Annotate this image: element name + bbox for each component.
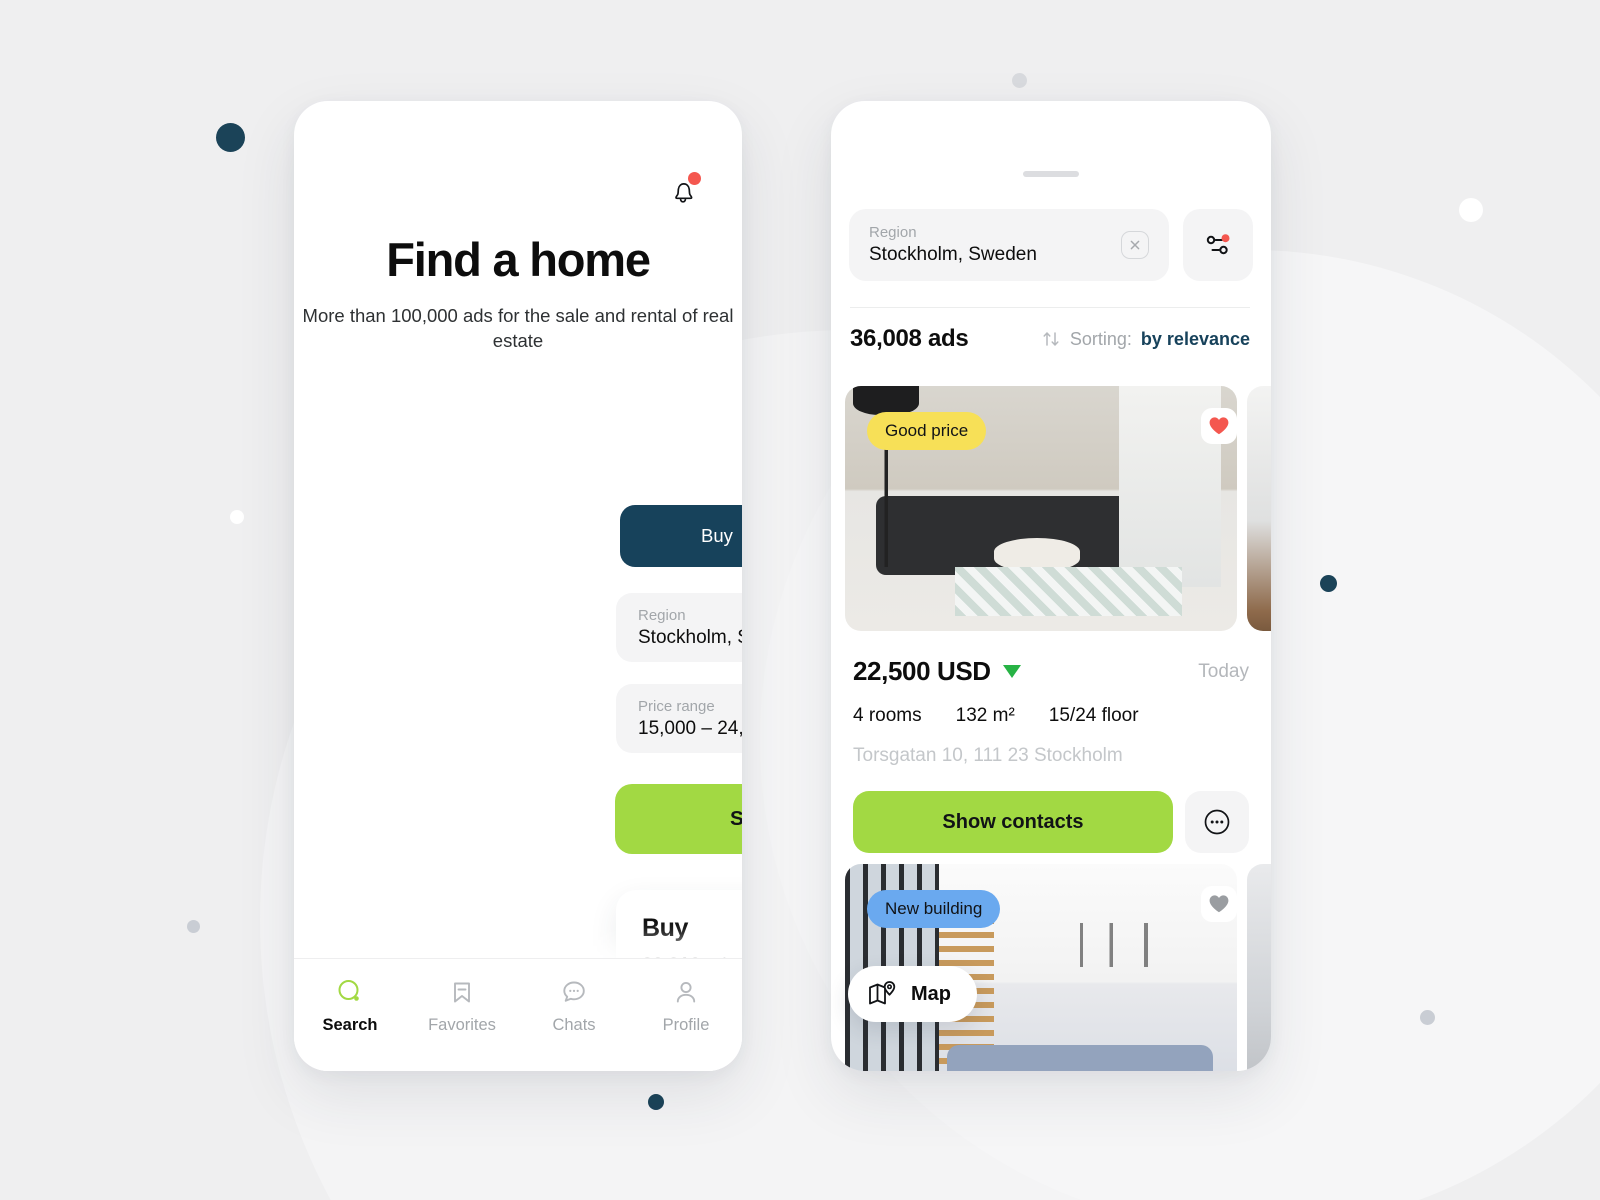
- decor-dot-grey-1: [187, 920, 200, 933]
- price-value: 15,000 – 24,500: [638, 717, 742, 739]
- listing-photo-next[interactable]: [1247, 864, 1271, 1071]
- tab-favorites[interactable]: Favorites: [406, 977, 518, 1035]
- listing-address: Torsgatan 10, 111 23 Stockholm: [853, 745, 1123, 766]
- hero-section: Find a home More than 100,000 ads for th…: [294, 235, 742, 354]
- buy-rent-toggle[interactable]: Buy Rent: [620, 505, 742, 567]
- filters-button[interactable]: [1183, 209, 1253, 281]
- region-label: Region: [638, 606, 686, 624]
- user-icon: [676, 981, 696, 1003]
- bottom-tabbar: Search Favorites Chats Profile: [294, 958, 742, 1071]
- sorting-label: Sorting:: [1069, 328, 1132, 349]
- spec-floor: 15/24 floor: [1048, 705, 1139, 726]
- page-subtitle: More than 100,000 ads for the sale and r…: [302, 305, 734, 351]
- ellipsis-icon: [1204, 809, 1230, 835]
- tab-profile[interactable]: Profile: [630, 977, 742, 1035]
- sorting-value[interactable]: by relevance: [1141, 329, 1250, 350]
- status-badge: Good price: [867, 412, 987, 450]
- tab-label: Chats: [552, 1016, 596, 1034]
- background-decoration: [0, 0, 1600, 1200]
- interior-photo-secondary: [1247, 386, 1271, 631]
- screenshot-root: Find a home More than 100,000 ads for th…: [0, 0, 1600, 1200]
- map-button[interactable]: Map: [848, 966, 977, 1022]
- decor-dot-navy-2: [1320, 575, 1337, 592]
- tab-search[interactable]: Search: [294, 977, 406, 1035]
- listing-specs: 4 rooms 132 m² 15/24 floor: [853, 705, 1249, 727]
- page-title: Find a home: [386, 233, 651, 286]
- map-pin-icon: [869, 981, 896, 1005]
- sorting-control[interactable]: Sorting: by relevance: [1041, 329, 1250, 350]
- show-contacts-button[interactable]: Show contacts: [853, 791, 1173, 853]
- interior-photo-secondary: [1247, 864, 1271, 1071]
- chat-bubble-icon: [563, 981, 585, 1002]
- listing-photo-next[interactable]: [1247, 386, 1271, 631]
- region-input[interactable]: Region Stockholm, Sweden: [616, 593, 742, 662]
- spec-rooms: 4 rooms: [853, 705, 922, 726]
- region-filter-input[interactable]: Region Stockholm, Sweden: [849, 209, 1169, 281]
- results-header: 36,008 ads Sorting: by relevance: [850, 325, 1250, 353]
- listing-price-value: 22,500 USD: [853, 656, 991, 686]
- status-badge: New building: [867, 890, 1001, 928]
- tab-label: Favorites: [428, 1016, 496, 1034]
- map-button-label: Map: [911, 982, 951, 1005]
- photo-carousel[interactable]: Good price: [845, 386, 1271, 631]
- spec-area: 132 m²: [955, 705, 1015, 726]
- tab-label: Search: [322, 1016, 378, 1034]
- search-icon: [338, 980, 359, 1001]
- region-value: Stockholm, Sweden: [869, 244, 1037, 265]
- decor-dot-white-1: [1459, 198, 1483, 222]
- sheet-grabber-handle[interactable]: [1023, 171, 1079, 177]
- listing-card[interactable]: Good price 22,500 USD Today 4 rooms 132 …: [845, 386, 1271, 853]
- decor-dot-grey-2: [1420, 1010, 1435, 1025]
- region-label: Region: [869, 224, 917, 241]
- price-trend-down-icon: [1002, 665, 1021, 678]
- category-title: Buy: [642, 914, 689, 942]
- phone-screen-search: Find a home More than 100,000 ads for th…: [294, 101, 742, 1071]
- show-ads-button[interactable]: Show 36,008 ads: [615, 784, 742, 854]
- notification-badge: [688, 172, 701, 185]
- favorite-button[interactable]: [1201, 886, 1237, 922]
- price-row: 22,500 USD Today: [853, 656, 1249, 687]
- region-value: Stockholm, Sweden: [638, 626, 742, 648]
- decor-dot-navy-3: [648, 1094, 664, 1110]
- listing-posted-time: Today: [1198, 660, 1249, 682]
- tab-label: Profile: [662, 1016, 710, 1034]
- listing-price: 22,500 USD: [853, 656, 1021, 687]
- decor-dot-navy-1: [216, 123, 245, 152]
- tab-chats[interactable]: Chats: [518, 977, 630, 1035]
- listing-info: 22,500 USD Today 4 rooms 132 m² 15/24 fl…: [845, 656, 1257, 853]
- decor-dot-grey-top: [1012, 73, 1027, 88]
- heart-icon: [1209, 895, 1229, 913]
- close-circle-icon[interactable]: [1121, 231, 1149, 259]
- phone-screen-results: Region Stockholm, Sweden 36,008 ads Sort…: [831, 101, 1271, 1071]
- sort-arrows-icon: [1043, 332, 1059, 346]
- results-count: 36,008 ads: [850, 325, 969, 352]
- more-options-button[interactable]: [1185, 791, 1249, 853]
- decor-dot-white-2: [230, 510, 244, 524]
- listing-actions: Show contacts: [853, 791, 1249, 853]
- notifications-button[interactable]: [666, 172, 701, 207]
- price-label: Price range: [638, 697, 715, 715]
- filter-sliders-icon: [1206, 234, 1230, 255]
- bookmark-icon: [454, 982, 470, 1003]
- heart-icon: [1209, 417, 1229, 435]
- segment-buy[interactable]: Buy: [620, 505, 742, 567]
- favorite-button[interactable]: [1201, 408, 1237, 444]
- price-range-input[interactable]: Price range 15,000 – 24,500 USD: [616, 684, 742, 753]
- header-divider: [850, 307, 1250, 308]
